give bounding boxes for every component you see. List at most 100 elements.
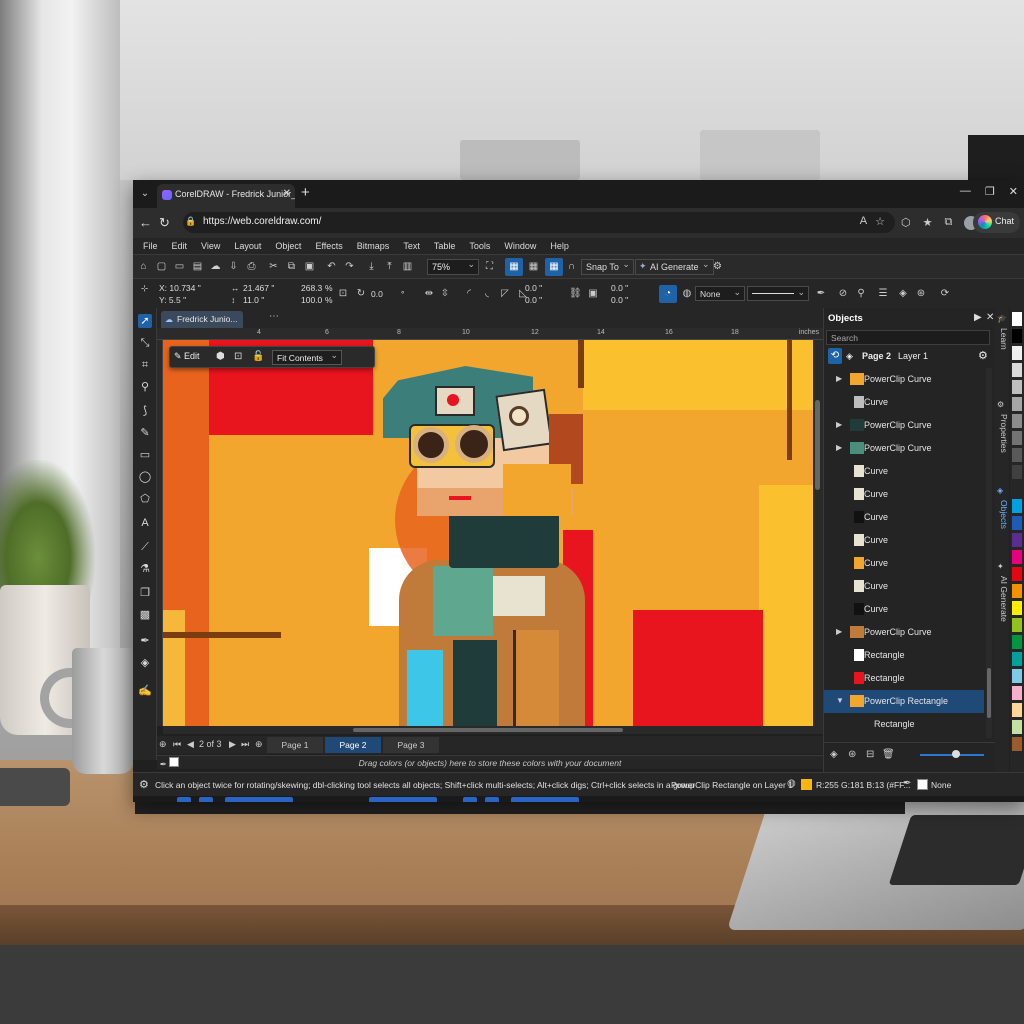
pick-tool-icon[interactable]: ➚ (138, 314, 152, 328)
cut-icon[interactable]: ✂ (267, 260, 280, 273)
download-icon[interactable]: ⇩ (227, 260, 240, 273)
dock-tab-objects[interactable]: ◈ Objects (995, 486, 1009, 556)
arrange-icon[interactable]: ◈ (897, 288, 909, 300)
palette-swatch[interactable] (1012, 601, 1022, 615)
page-tab-2[interactable]: Page 2 (325, 737, 381, 753)
palette-swatch[interactable] (1012, 737, 1022, 751)
status-fill-swatch[interactable] (801, 779, 812, 790)
drop-shadow-tool-icon[interactable]: ❐ (138, 586, 152, 600)
collapse-caret-icon[interactable]: ▼ (836, 696, 844, 705)
quick-customize-icon[interactable]: ⚲ (855, 288, 867, 300)
import-icon[interactable]: ⤓ (365, 260, 378, 273)
status-settings-icon[interactable]: ⚙ (139, 778, 149, 791)
read-aloud-icon[interactable]: A (860, 215, 867, 228)
robot-jacket-plaid[interactable] (513, 630, 559, 726)
artwork-brown-line[interactable] (163, 632, 281, 638)
first-page-icon[interactable]: ⏮ (173, 739, 181, 750)
next-page-icon[interactable]: ▶ (229, 739, 236, 750)
rotation-field[interactable]: 0.0 (371, 289, 383, 299)
corner-chamfer-icon[interactable]: ◸ (499, 288, 511, 300)
menu-effects[interactable]: Effects (315, 238, 342, 254)
taskbar-item[interactable] (199, 797, 213, 802)
copy-icon[interactable]: ⧉ (285, 260, 298, 273)
robot-jacket-patch[interactable] (493, 576, 545, 616)
new-master-layer-icon[interactable]: ⊛ (848, 749, 856, 760)
object-row[interactable]: ▶ PowerClip Curve (824, 368, 984, 391)
corner-lock-icon[interactable]: ⛓ (569, 288, 582, 300)
menu-help[interactable]: Help (550, 238, 569, 254)
taskbar-item[interactable] (511, 797, 579, 802)
document-tab[interactable]: ☁ Fredrick Junio... (161, 311, 243, 328)
palette-swatch[interactable] (1012, 703, 1022, 717)
snap-magnet-icon[interactable]: ∩ (565, 260, 578, 273)
object-row[interactable]: ▶ PowerClip Curve (824, 414, 984, 437)
object-row[interactable]: Rectangle (824, 644, 984, 667)
object-view-icon[interactable]: ⟲ (828, 348, 842, 364)
palette-swatch[interactable] (1012, 652, 1022, 666)
last-page-icon[interactable]: ⏭ (241, 739, 249, 750)
menu-file[interactable]: File (143, 238, 158, 254)
more-documents-icon[interactable]: ⋯ (269, 311, 279, 322)
undo-icon[interactable]: ↶ (325, 260, 338, 273)
slider-handle[interactable] (952, 750, 960, 758)
palette-swatch[interactable] (1012, 482, 1022, 496)
maximize-icon[interactable]: ❐ (985, 185, 995, 198)
back-icon[interactable]: ← (139, 215, 152, 230)
scrollbar-thumb[interactable] (815, 400, 820, 490)
robot-right-eye[interactable] (455, 425, 493, 463)
crop-tool-icon[interactable]: ⌗ (138, 358, 152, 372)
new-layer-icon[interactable]: ◈ (830, 749, 838, 760)
object-row[interactable]: Curve (824, 506, 984, 529)
x-position-field[interactable]: X: 10.734 " (159, 283, 201, 293)
artwork-yellow-strip[interactable] (163, 610, 185, 726)
object-row[interactable]: Curve (824, 460, 984, 483)
palette-swatch[interactable] (1012, 635, 1022, 649)
collections-icon[interactable]: ⧉ (944, 216, 952, 230)
save-icon[interactable]: ▤ (191, 260, 204, 273)
extract-contents-icon[interactable]: ⊡ (234, 351, 242, 362)
palette-swatch[interactable] (1012, 465, 1022, 479)
blend-tool-icon[interactable]: ⚗ (138, 562, 152, 576)
new-document-icon[interactable]: ▢ (155, 260, 168, 273)
publish-pdf-icon[interactable]: ▥ (401, 260, 414, 273)
settings-gear-icon[interactable]: ⚙ (711, 260, 724, 273)
docker-options-icon[interactable]: ⚙ (978, 349, 988, 362)
objects-search-input[interactable]: Search (826, 330, 990, 345)
dock-tab-learn[interactable]: 🎓 Learn (995, 314, 1009, 394)
favorite-icon[interactable]: ☆ (875, 215, 885, 228)
taskbar-item[interactable] (485, 797, 499, 802)
ai-generate-dropdown[interactable]: ✦ AI Generate (635, 259, 714, 275)
collapse-panel-icon[interactable]: ▶ (974, 312, 982, 323)
menu-object[interactable]: Object (275, 238, 301, 254)
corner-radius-field[interactable]: 0.0 " (611, 295, 628, 305)
object-row[interactable]: Curve (824, 575, 984, 598)
palette-swatch[interactable] (1012, 414, 1022, 428)
close-tab-icon[interactable]: ✕ (283, 188, 291, 199)
palette-swatch[interactable] (1012, 516, 1022, 530)
width-field[interactable]: 21.467 " (243, 283, 274, 293)
home-icon[interactable]: ⌂ (137, 260, 150, 273)
palette-swatch[interactable] (1012, 567, 1022, 581)
status-outline-swatch[interactable] (917, 779, 928, 790)
layer-options-icon[interactable]: ⊟ (866, 749, 874, 760)
connector-tool-icon[interactable]: ⟋ (138, 540, 152, 554)
artwork-yellow-block[interactable] (583, 340, 813, 410)
objects-scrollbar[interactable] (986, 368, 992, 738)
artwork-red-block[interactable] (633, 610, 763, 726)
paste-icon[interactable]: ▣ (303, 260, 316, 273)
artwork-brown-bar[interactable] (578, 340, 584, 388)
fill-select[interactable]: None ⌄ (695, 286, 745, 301)
wrap-text-icon[interactable]: ⊘ (837, 288, 849, 300)
robot-jacket-patch[interactable] (433, 566, 493, 636)
dock-tab-ai-generate[interactable]: ✦ AI Generate (995, 562, 1009, 652)
no-color-swatch[interactable] (169, 757, 180, 767)
taskbar-item[interactable] (463, 797, 477, 802)
object-row[interactable]: Rectangle (824, 667, 984, 690)
cloud-save-icon[interactable]: ☁ (209, 260, 222, 273)
palette-swatch[interactable] (1012, 584, 1022, 598)
object-row[interactable]: ▶ PowerClip Curve (824, 437, 984, 460)
palette-swatch[interactable] (1012, 533, 1022, 547)
menu-edit[interactable]: Edit (172, 238, 188, 254)
skew-field[interactable]: 0.0 " (525, 295, 542, 305)
menu-bitmaps[interactable]: Bitmaps (357, 238, 390, 254)
